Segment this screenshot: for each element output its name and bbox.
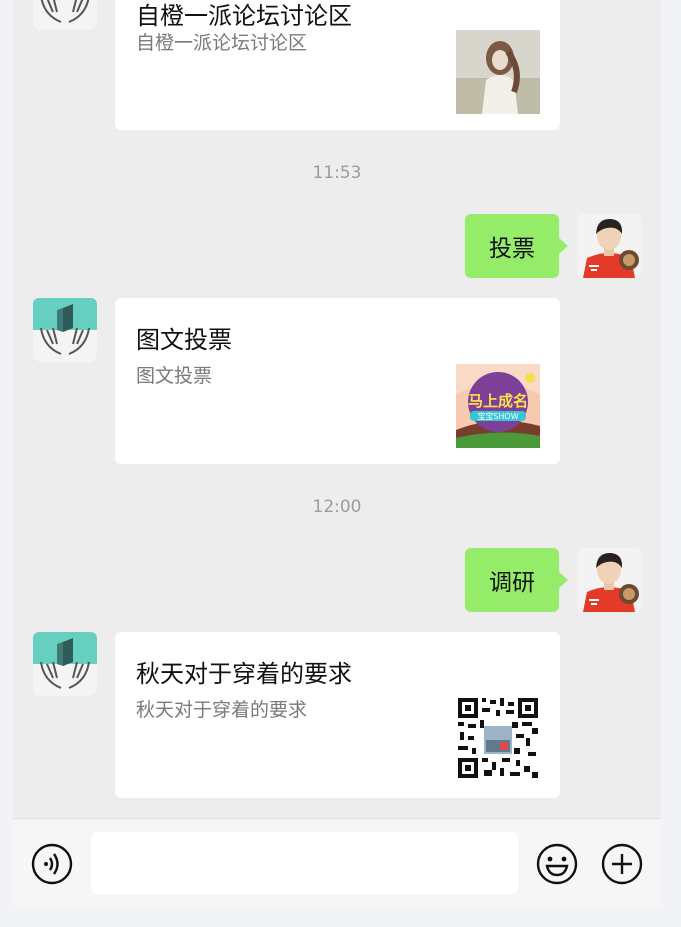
outgoing-message-bubble[interactable]: 调研: [465, 548, 568, 612]
emoji-button[interactable]: [535, 842, 579, 886]
outgoing-message-bubble[interactable]: 投票: [465, 214, 568, 278]
message-text: 投票: [489, 236, 535, 262]
article-card[interactable]: 秋天对于穿着的要求 秋天对于穿着的要求: [115, 632, 560, 798]
user-photo-icon: [577, 548, 641, 612]
chat-input-bar: [13, 818, 661, 907]
user-avatar[interactable]: [577, 214, 641, 278]
article-title: 秋天对于穿着的要求: [136, 660, 352, 688]
official-account-avatar[interactable]: [33, 298, 97, 362]
official-account-avatar[interactable]: [33, 632, 97, 696]
plus-icon: [601, 843, 643, 885]
voice-icon: [31, 843, 73, 885]
hands-book-logo-icon: [33, 298, 97, 362]
article-description: 秋天对于穿着的要求: [136, 699, 308, 721]
article-description: 图文投票: [136, 365, 213, 387]
message-text: 调研: [489, 570, 535, 596]
official-account-avatar[interactable]: [33, 0, 97, 30]
girl-photo-thumbnail: [456, 30, 540, 114]
voice-button[interactable]: [30, 842, 74, 886]
hands-book-logo-icon: [33, 0, 97, 30]
article-card[interactable]: 自橙一派论坛讨论区 自橙一派论坛讨论区: [115, 0, 560, 130]
emoji-icon: [536, 843, 578, 885]
show-poster-thumbnail: 马上成名 宝宝SHOW: [456, 364, 540, 448]
article-description: 自橙一派论坛讨论区: [136, 32, 308, 54]
poster-subtitle: 宝宝SHOW: [477, 411, 518, 421]
more-options-button[interactable]: [600, 842, 644, 886]
chat-window: 自橙一派论坛讨论区 自橙一派论坛讨论区 11:53 投票 图文投票 图文投票 马…: [13, 0, 661, 907]
timestamp: 12:00: [312, 497, 362, 517]
qr-code-thumbnail: [456, 696, 540, 780]
hands-book-logo-icon: [33, 632, 97, 696]
user-avatar[interactable]: [577, 548, 641, 612]
timestamp: 11:53: [312, 163, 362, 183]
user-photo-icon: [577, 214, 641, 278]
article-title: 图文投票: [136, 326, 232, 354]
article-title: 自橙一派论坛讨论区: [136, 2, 352, 30]
article-card[interactable]: 图文投票 图文投票 马上成名 宝宝SHOW: [115, 298, 560, 464]
poster-title: 马上成名: [468, 392, 528, 410]
message-input[interactable]: [91, 832, 518, 894]
